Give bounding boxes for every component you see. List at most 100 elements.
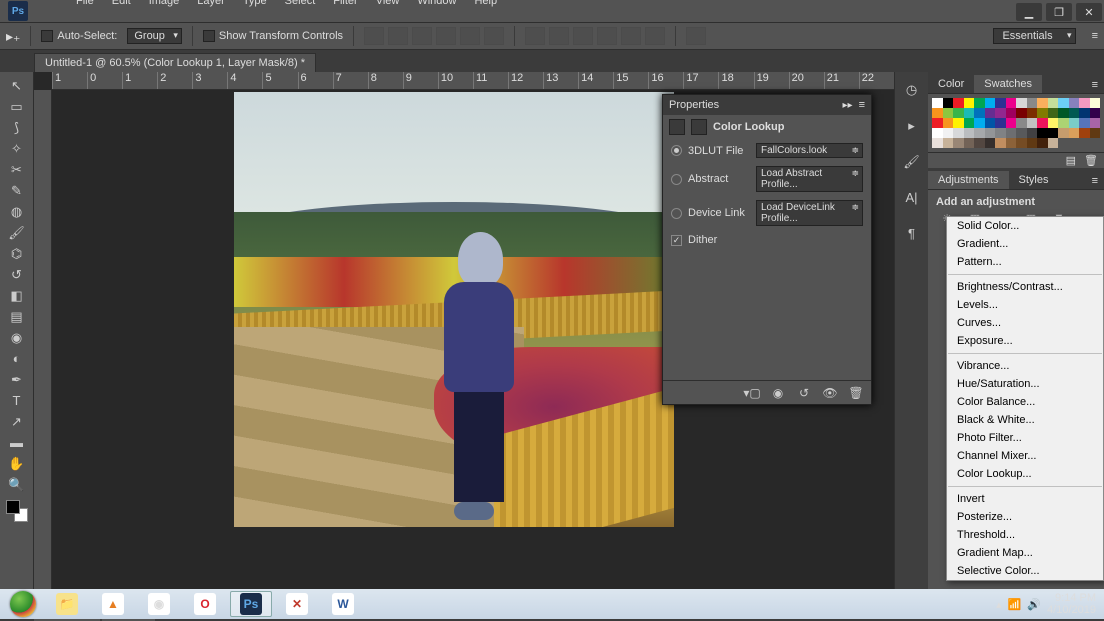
swatch[interactable] <box>1037 118 1048 128</box>
menu-item-solid-color[interactable]: Solid Color... <box>947 217 1103 235</box>
swatch[interactable] <box>943 118 954 128</box>
swatch[interactable] <box>953 108 964 118</box>
swatch[interactable] <box>1016 138 1027 148</box>
swatch[interactable] <box>985 138 996 148</box>
brush-panel-icon[interactable]: 🖌 <box>902 154 922 172</box>
menu-window[interactable]: Window <box>409 0 464 9</box>
swatch[interactable] <box>1079 108 1090 118</box>
marquee-tool-icon[interactable]: ▭ <box>5 97 29 116</box>
swatch[interactable] <box>985 98 996 108</box>
start-button[interactable] <box>4 591 42 617</box>
align-icon[interactable] <box>460 27 480 45</box>
align-icon[interactable] <box>484 27 504 45</box>
adjustments-tab[interactable]: Adjustments <box>928 171 1009 189</box>
swatch[interactable] <box>1006 118 1017 128</box>
dither-checkbox[interactable] <box>671 235 682 246</box>
maximize-button[interactable]: ❐ <box>1046 3 1072 21</box>
swatch[interactable] <box>1016 98 1027 108</box>
swatch[interactable] <box>1006 98 1017 108</box>
eraser-tool-icon[interactable]: ◧ <box>5 286 29 305</box>
swatch[interactable] <box>1006 138 1017 148</box>
swatch[interactable] <box>953 118 964 128</box>
document-tab[interactable]: Untitled-1 @ 60.5% (Color Lookup 1, Laye… <box>34 53 316 72</box>
menu-item-brightness-contrast[interactable]: Brightness/Contrast... <box>947 278 1103 296</box>
paragraph-panel-icon[interactable]: ¶ <box>902 226 922 244</box>
swatch[interactable] <box>1037 98 1048 108</box>
align-icon[interactable] <box>412 27 432 45</box>
abstract-radio[interactable] <box>671 174 682 185</box>
stamp-tool-icon[interactable]: ⌬ <box>5 244 29 263</box>
explorer-icon[interactable]: 📁 <box>46 591 88 617</box>
menu-item-gradient[interactable]: Gradient... <box>947 235 1103 253</box>
menu-item-color-balance[interactable]: Color Balance... <box>947 393 1103 411</box>
swatch[interactable] <box>932 108 943 118</box>
path-tool-icon[interactable]: ↗ <box>5 412 29 431</box>
swatch[interactable] <box>974 118 985 128</box>
swatch[interactable] <box>1016 118 1027 128</box>
align-icon[interactable] <box>436 27 456 45</box>
swatch[interactable] <box>1090 108 1101 118</box>
swatch[interactable] <box>1027 128 1038 138</box>
swatch[interactable] <box>995 128 1006 138</box>
swatch[interactable] <box>1069 118 1080 128</box>
menu-type[interactable]: Type <box>235 0 275 9</box>
auto-select-dropdown[interactable]: Group <box>127 28 182 44</box>
align-icon[interactable] <box>364 27 384 45</box>
swatch[interactable] <box>953 128 964 138</box>
swatch[interactable] <box>1016 108 1027 118</box>
delete-swatch-icon[interactable]: 🗑 <box>1084 154 1098 167</box>
swatch[interactable] <box>943 108 954 118</box>
styles-tab[interactable]: Styles <box>1009 171 1059 189</box>
swatch[interactable] <box>953 138 964 148</box>
dodge-tool-icon[interactable]: ◐ <box>5 349 29 368</box>
lut-radio[interactable] <box>671 145 682 156</box>
swatch[interactable] <box>932 138 943 148</box>
swatch[interactable] <box>1058 98 1069 108</box>
swatch[interactable] <box>985 118 996 128</box>
swatch[interactable] <box>943 138 954 148</box>
menu-item-invert[interactable]: Invert <box>947 490 1103 508</box>
swatch[interactable] <box>1037 108 1048 118</box>
arrange-icon[interactable] <box>686 27 706 45</box>
crop-tool-icon[interactable]: ✂ <box>5 160 29 179</box>
menu-item-hue-saturation[interactable]: Hue/Saturation... <box>947 375 1103 393</box>
menu-item-color-lookup[interactable]: Color Lookup... <box>947 465 1103 483</box>
abstract-dropdown[interactable]: Load Abstract Profile... <box>756 166 863 192</box>
swatch[interactable] <box>985 128 996 138</box>
distribute-icon[interactable] <box>549 27 569 45</box>
menu-item-pattern[interactable]: Pattern... <box>947 253 1103 271</box>
shape-tool-icon[interactable]: ▬ <box>5 433 29 452</box>
minimize-button[interactable]: ▁ <box>1016 3 1042 21</box>
menu-item-exposure[interactable]: Exposure... <box>947 332 1103 350</box>
swatch[interactable] <box>964 138 975 148</box>
menu-item-curves[interactable]: Curves... <box>947 314 1103 332</box>
swatch[interactable] <box>1048 108 1059 118</box>
type-tool-icon[interactable]: T <box>5 391 29 410</box>
swatch[interactable] <box>1079 128 1090 138</box>
panel-menu-icon[interactable]: ≡ <box>1086 173 1104 189</box>
swatch[interactable] <box>943 128 954 138</box>
distribute-icon[interactable] <box>645 27 665 45</box>
brush-tool-icon[interactable]: 🖌 <box>5 223 29 242</box>
menu-item-gradient-map[interactable]: Gradient Map... <box>947 544 1103 562</box>
trash-icon[interactable]: 🗑 <box>847 386 865 400</box>
pen-tool-icon[interactable]: ✒ <box>5 370 29 389</box>
swatch[interactable] <box>974 138 985 148</box>
word-icon[interactable]: W <box>322 591 364 617</box>
swatches-tab[interactable]: Swatches <box>974 75 1042 93</box>
show-transform-checkbox[interactable]: Show Transform Controls <box>203 30 343 42</box>
distribute-icon[interactable] <box>573 27 593 45</box>
swatch[interactable] <box>1058 128 1069 138</box>
distribute-icon[interactable] <box>597 27 617 45</box>
menu-item-selective-color[interactable]: Selective Color... <box>947 562 1103 580</box>
menu-item-black-white[interactable]: Black & White... <box>947 411 1103 429</box>
device-dropdown[interactable]: Load DeviceLink Profile... <box>756 200 863 226</box>
swatch[interactable] <box>1037 138 1048 148</box>
swatch[interactable] <box>1037 128 1048 138</box>
menu-edit[interactable]: Edit <box>104 0 139 9</box>
swatch[interactable] <box>964 128 975 138</box>
collapse-icon[interactable]: ▸▸ <box>843 100 853 111</box>
opera-icon[interactable]: O <box>184 591 226 617</box>
distribute-icon[interactable] <box>621 27 641 45</box>
swatch[interactable] <box>964 98 975 108</box>
